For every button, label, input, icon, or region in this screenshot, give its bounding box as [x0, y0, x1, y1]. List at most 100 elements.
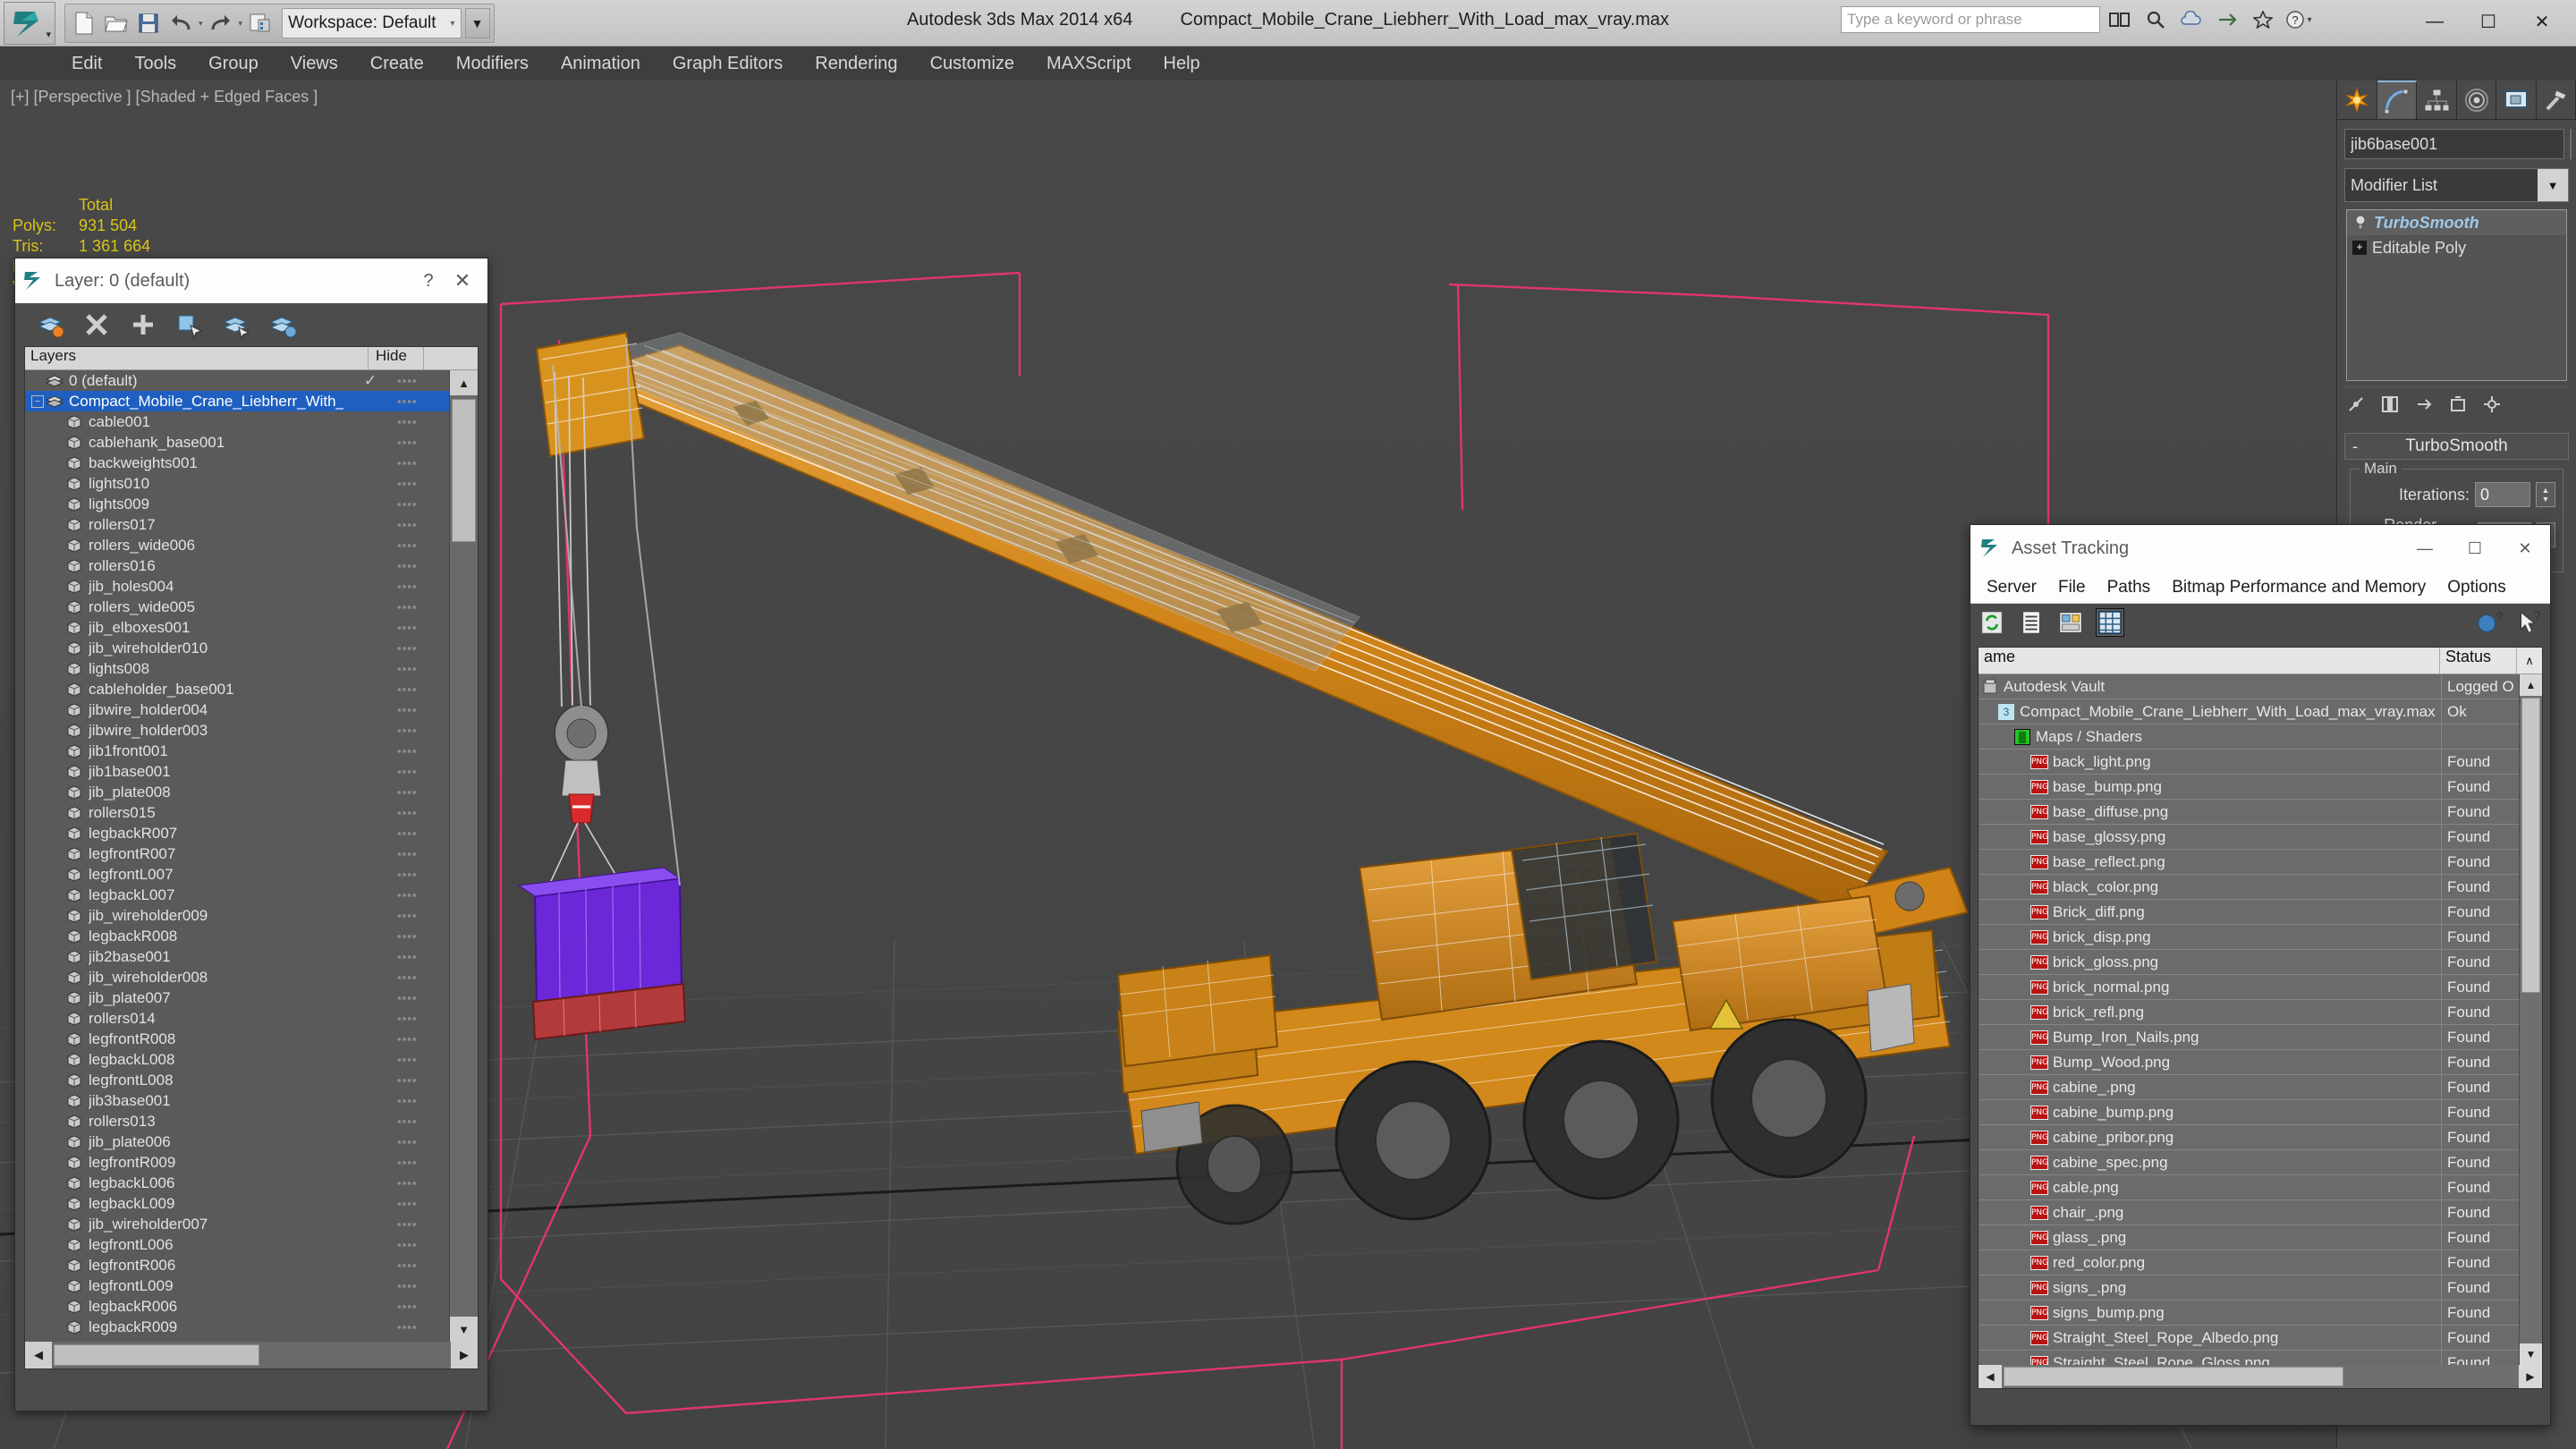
asset-row[interactable]: PNG brick_disp.png Found — [1979, 924, 2519, 950]
layer-row-props[interactable]: ▪▪▪▪ — [397, 1238, 449, 1251]
layer-row-props[interactable]: ▪▪▪▪ — [397, 1053, 449, 1066]
layer-row[interactable]: jib_holes004 ▪▪▪▪ — [25, 576, 449, 597]
layer-row-props[interactable]: ▪▪▪▪ — [397, 1135, 449, 1148]
motion-tab[interactable] — [2456, 80, 2496, 119]
layer-row-props[interactable]: ▪▪▪▪ — [397, 1320, 449, 1334]
asset-list[interactable]: Autodesk Vault Logged O 3 Compact_Mobile_Cr… — [1979, 674, 2519, 1365]
asset-row[interactable]: 3 Compact_Mobile_Crane_Liebherr_With_Load… — [1979, 699, 2519, 724]
menu-edit[interactable]: Edit — [55, 47, 118, 80]
at-menu-bitmap-performance[interactable]: Bitmap Performance and Memory — [2161, 578, 2436, 597]
layer-row-props[interactable]: ▪▪▪▪ — [397, 641, 449, 655]
menu-tools[interactable]: Tools — [118, 47, 192, 80]
layer-row-props[interactable]: ▪▪▪▪ — [397, 950, 449, 963]
layer-row-props[interactable]: ▪▪▪▪ — [397, 909, 449, 922]
layer-row[interactable]: rollers016 ▪▪▪▪ — [25, 555, 449, 576]
layer-row-props[interactable]: ▪▪▪▪ — [397, 868, 449, 881]
layer-row[interactable]: cablehank_base001 ▪▪▪▪ — [25, 432, 449, 453]
menu-modifiers[interactable]: Modifiers — [440, 47, 545, 80]
layer-row-props[interactable]: ▪▪▪▪ — [397, 662, 449, 675]
make-unique-icon[interactable] — [2414, 394, 2434, 414]
layer-row-props[interactable]: ▪▪▪▪ — [397, 415, 449, 428]
layer-row-props[interactable]: ▪▪▪▪ — [397, 374, 449, 387]
layer-row[interactable]: cableholder_base001 ▪▪▪▪ — [25, 679, 449, 699]
help-icon[interactable]: ? ▾ — [2283, 5, 2315, 34]
asset-hscroll-thumb[interactable] — [2004, 1367, 2343, 1386]
asset-row[interactable]: PNG brick_gloss.png Found — [1979, 949, 2519, 975]
layer-row-props[interactable]: ▪▪▪▪ — [397, 477, 449, 490]
close-button[interactable]: ✕ — [2515, 4, 2569, 39]
asset-hscroll-left-button[interactable]: ◀ — [1979, 1365, 2002, 1388]
modifier-list-caret-icon[interactable]: ▼ — [2538, 169, 2568, 201]
iterations-value[interactable]: 0 — [2475, 482, 2530, 507]
asset-row[interactable]: PNG glass_.png Found — [1979, 1224, 2519, 1250]
iterations-spinner[interactable]: ▲ ▼ — [2536, 482, 2555, 507]
layer-scroll-up-button[interactable]: ▲ — [450, 370, 478, 395]
pin-stack-icon[interactable] — [2346, 394, 2366, 414]
asset-row[interactable]: PNG cabine_.png Found — [1979, 1074, 2519, 1100]
asset-row[interactable]: Autodesk Vault Logged O — [1979, 674, 2519, 699]
layer-row[interactable]: jib1front001 ▪▪▪▪ — [25, 741, 449, 761]
layer-row-props[interactable]: ▪▪▪▪ — [397, 1217, 449, 1231]
hierarchy-tab[interactable] — [2417, 80, 2457, 119]
layer-row[interactable]: legfrontL008 ▪▪▪▪ — [25, 1070, 449, 1090]
layer-row[interactable]: legbackR009 ▪▪▪▪ — [25, 1317, 449, 1337]
layer-row[interactable]: jib3base001 ▪▪▪▪ — [25, 1090, 449, 1111]
menu-rendering[interactable]: Rendering — [799, 47, 913, 80]
menu-views[interactable]: Views — [275, 47, 354, 80]
layer-row-props[interactable]: ▪▪▪▪ — [397, 436, 449, 449]
layer-row[interactable]: jib_plate006 ▪▪▪▪ — [25, 1131, 449, 1152]
layer-list-hscrollbar[interactable]: ◀ ▶ — [25, 1342, 478, 1368]
layer-row[interactable]: − Compact_Mobile_Crane_Liebherr_With_Load… — [25, 391, 449, 411]
menu-help[interactable]: Help — [1148, 47, 1216, 80]
select-render-icon[interactable] — [2104, 5, 2136, 34]
layer-row-props[interactable]: ▪▪▪▪ — [397, 1300, 449, 1313]
create-tab[interactable] — [2337, 80, 2377, 119]
object-name-input[interactable] — [2344, 129, 2564, 159]
asset-row[interactable]: PNG red_color.png Found — [1979, 1250, 2519, 1275]
layer-row-props[interactable]: ▪▪▪▪ — [397, 559, 449, 572]
layer-row-props[interactable]: ▪▪▪▪ — [397, 1073, 449, 1087]
layer-row-props[interactable]: ▪▪▪▪ — [397, 847, 449, 860]
lightbulb-icon[interactable] — [2352, 215, 2368, 231]
new-layer-icon[interactable] — [37, 311, 64, 338]
layer-row[interactable]: lights009 ▪▪▪▪ — [25, 494, 449, 514]
layer-row[interactable]: jibwire_holder003 ▪▪▪▪ — [25, 720, 449, 741]
asset-list-vscrollbar[interactable]: ▲ ▼ — [2519, 674, 2542, 1365]
redo-icon[interactable] — [206, 7, 236, 39]
at-menu-server[interactable]: Server — [1976, 578, 2047, 597]
asset-row[interactable]: PNG Bump_Wood.png Found — [1979, 1049, 2519, 1075]
asset-row[interactable]: PNG base_glossy.png Found — [1979, 824, 2519, 850]
at-menu-options[interactable]: Options — [2436, 578, 2516, 597]
menu-customize[interactable]: Customize — [914, 47, 1030, 80]
help-cursor-icon[interactable]: ? — [2514, 608, 2543, 637]
layer-row-props[interactable]: ▪▪▪▪ — [397, 1012, 449, 1025]
asset-scroll-down-button[interactable]: ▼ — [2520, 1343, 2542, 1365]
layer-row[interactable]: legfrontL006 ▪▪▪▪ — [25, 1234, 449, 1255]
layer-row-props[interactable]: ▪▪▪▪ — [397, 765, 449, 778]
layer-dialog-close-button[interactable]: ✕ — [445, 269, 480, 292]
open-file-icon[interactable] — [101, 7, 131, 39]
layer-dialog[interactable]: Layer: 0 (default) ? ✕ Layers Hide 0 (de… — [14, 258, 488, 1411]
layer-row[interactable]: jib_wireholder009 ▪▪▪▪ — [25, 905, 449, 926]
asset-row[interactable]: PNG brick_normal.png Found — [1979, 974, 2519, 1000]
layer-dialog-help-button[interactable]: ? — [412, 271, 445, 292]
layer-row[interactable]: rollers_wide005 ▪▪▪▪ — [25, 597, 449, 617]
autodesk-cloud-icon[interactable] — [2175, 5, 2207, 34]
layer-row-props[interactable]: ▪▪▪▪ — [397, 621, 449, 634]
layer-row-props[interactable]: ▪▪▪▪ — [397, 1114, 449, 1128]
layer-row-props[interactable]: ▪▪▪▪ — [397, 703, 449, 716]
layer-row[interactable]: rollers017 ▪▪▪▪ — [25, 514, 449, 535]
select-objects-in-layer-icon[interactable] — [176, 311, 203, 338]
layer-row[interactable]: jib_plate008 ▪▪▪▪ — [25, 782, 449, 802]
layer-row[interactable]: jib_wireholder008 ▪▪▪▪ — [25, 967, 449, 987]
redo-dropdown-caret-icon[interactable]: ▾ — [238, 19, 244, 29]
object-color-swatch[interactable] — [2570, 129, 2572, 159]
layer-row-props[interactable]: ▪▪▪▪ — [397, 394, 449, 408]
modifier-stack-item-editable-poly[interactable]: + Editable Poly — [2347, 235, 2566, 260]
highlight-selected-objects-icon[interactable] — [269, 311, 296, 338]
rollout-collapse-icon[interactable]: - — [2352, 437, 2358, 456]
asset-column-name[interactable]: ame — [1979, 648, 2440, 674]
layer-row[interactable]: legfrontR006 ▪▪▪▪ — [25, 1255, 449, 1275]
asset-column-sort-icon[interactable]: ∧ — [2517, 648, 2542, 674]
layer-hscroll-right-button[interactable]: ▶ — [451, 1342, 478, 1368]
